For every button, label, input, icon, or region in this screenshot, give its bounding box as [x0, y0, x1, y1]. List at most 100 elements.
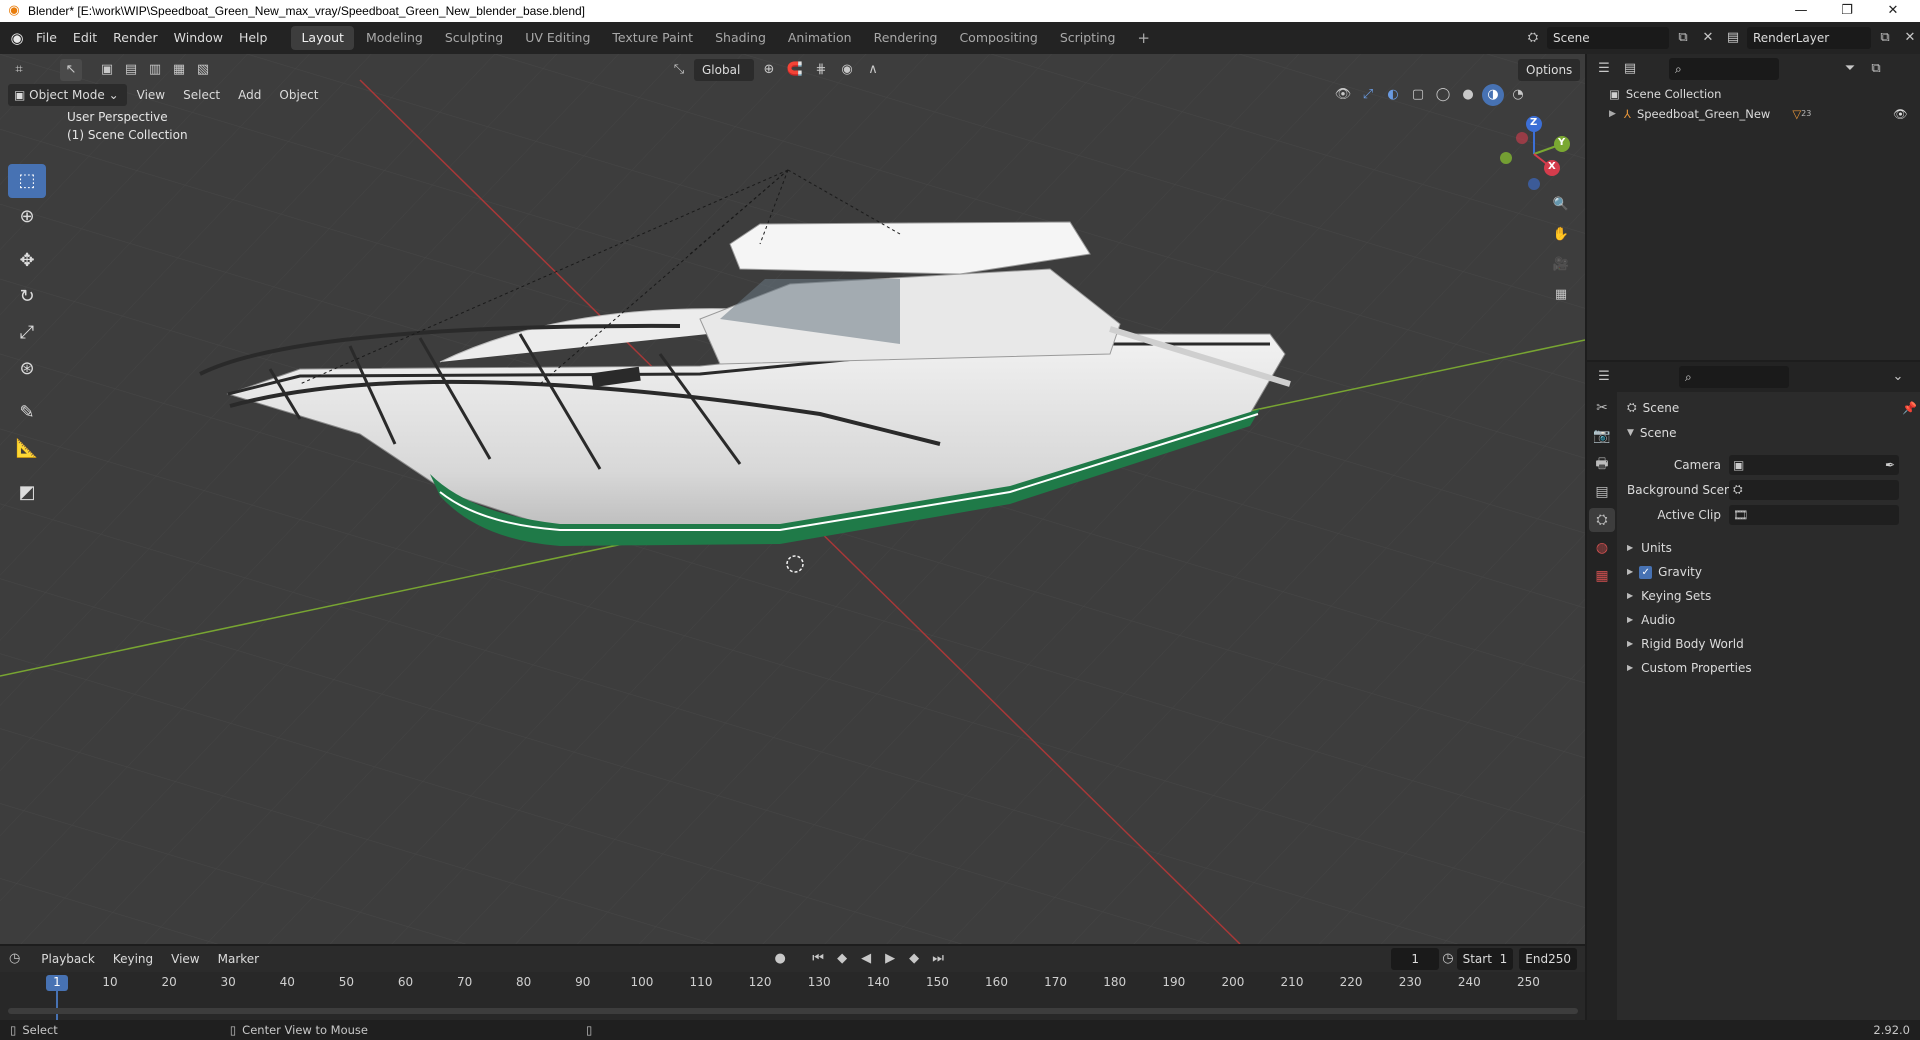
- viewport-canvas[interactable]: [0, 54, 1585, 944]
- scene-icon[interactable]: ⛭: [1522, 27, 1544, 49]
- menu-view[interactable]: View: [129, 84, 173, 106]
- ortho-toggle-icon[interactable]: ▦: [1550, 284, 1572, 306]
- maximize-button[interactable]: ❐: [1824, 0, 1870, 22]
- render-props-icon[interactable]: 📷: [1589, 424, 1615, 448]
- scene-name-field[interactable]: Scene: [1547, 27, 1669, 49]
- rendered-shading-icon[interactable]: ◔: [1507, 84, 1529, 106]
- measure-tool-icon[interactable]: 📐: [8, 432, 46, 466]
- menu-file[interactable]: File: [28, 22, 65, 54]
- tab-rendering[interactable]: Rendering: [864, 26, 948, 50]
- rotate-tool-icon[interactable]: ↻: [8, 280, 46, 314]
- tab-modeling[interactable]: Modeling: [356, 26, 433, 50]
- tool-settings-icon[interactable]: ✂: [1589, 396, 1615, 420]
- menu-playback[interactable]: Playback: [33, 948, 103, 970]
- menu-timeline-view[interactable]: View: [163, 948, 207, 970]
- play-icon[interactable]: ▶: [879, 948, 901, 970]
- jump-end-icon[interactable]: ⏭: [927, 948, 949, 970]
- eyedropper-icon[interactable]: ✒: [1885, 458, 1895, 472]
- tab-animation[interactable]: Animation: [778, 26, 862, 50]
- tab-scripting[interactable]: Scripting: [1050, 26, 1126, 50]
- outliner-search-input[interactable]: ⌕: [1669, 58, 1779, 80]
- select-mode-intersect-icon[interactable]: ▧: [192, 59, 214, 81]
- output-props-icon[interactable]: 🖶: [1589, 452, 1615, 476]
- end-frame-field[interactable]: End 250: [1519, 948, 1577, 970]
- display-mode-icon[interactable]: ▤: [1619, 58, 1641, 80]
- tab-compositing[interactable]: Compositing: [949, 26, 1047, 50]
- blender-menu-icon[interactable]: ◉: [6, 27, 28, 49]
- audio-subpanel[interactable]: ▶ Audio: [1627, 608, 1919, 632]
- tab-sculpting[interactable]: Sculpting: [435, 26, 513, 50]
- tab-texture-paint[interactable]: Texture Paint: [602, 26, 703, 50]
- gravity-checkbox[interactable]: ✓: [1639, 565, 1653, 579]
- outliner-editor-type-icon[interactable]: ☰: [1593, 58, 1615, 80]
- delete-view-layer-icon[interactable]: ✕: [1899, 27, 1920, 49]
- play-reverse-icon[interactable]: ◀: [855, 948, 877, 970]
- camera-field[interactable]: ▣ ✒: [1729, 454, 1899, 475]
- scene-panel-header[interactable]: ▼ Scene: [1627, 426, 1677, 440]
- wireframe-shading-icon[interactable]: ◯: [1432, 84, 1454, 106]
- world-props-icon[interactable]: ◍: [1589, 536, 1615, 560]
- select-mode-extend-icon[interactable]: ▤: [120, 59, 142, 81]
- close-window-button[interactable]: ✕: [1870, 0, 1916, 22]
- xray-toggle-icon[interactable]: ▢: [1407, 84, 1429, 106]
- timeline-editor-type-icon[interactable]: ◷: [8, 948, 21, 970]
- menu-object[interactable]: Object: [271, 84, 326, 106]
- add-cube-tool-icon[interactable]: ◩: [8, 476, 46, 510]
- object-mode-dropdown[interactable]: ▣ Object Mode ⌄: [8, 84, 127, 106]
- overlay-toggle-icon[interactable]: ◐: [1382, 84, 1404, 106]
- zoom-icon[interactable]: 🔍: [1550, 194, 1572, 216]
- tab-uv-editing[interactable]: UV Editing: [515, 26, 600, 50]
- view-layer-props-icon[interactable]: ▤: [1589, 480, 1615, 504]
- pin-icon[interactable]: 📌: [1902, 401, 1917, 415]
- texture-props-icon[interactable]: ▦: [1589, 564, 1615, 588]
- start-frame-field[interactable]: Start 1: [1456, 948, 1514, 970]
- expand-arrow-icon[interactable]: ▶: [1609, 104, 1616, 124]
- visibility-eye-icon[interactable]: 👁: [1893, 104, 1908, 124]
- gravity-subpanel[interactable]: ▶ ✓ Gravity: [1627, 560, 1919, 584]
- select-mode-subtract-icon[interactable]: ▥: [144, 59, 166, 81]
- transform-tool-icon[interactable]: ⊛: [8, 352, 46, 386]
- menu-select[interactable]: Select: [175, 84, 228, 106]
- tab-layout[interactable]: Layout: [291, 26, 354, 50]
- timeline-scrollbar[interactable]: [8, 1008, 1578, 1014]
- units-subpanel[interactable]: ▶ Units: [1627, 536, 1919, 560]
- camera-view-icon[interactable]: 🎥: [1550, 254, 1572, 276]
- menu-marker[interactable]: Marker: [210, 948, 267, 970]
- active-clip-field[interactable]: 🎞: [1729, 504, 1899, 525]
- scene-props-icon[interactable]: ⛭: [1589, 508, 1615, 532]
- menu-render[interactable]: Render: [105, 22, 166, 54]
- cursor-tool-icon[interactable]: ⊕: [8, 200, 46, 234]
- gizmo-toggle-icon[interactable]: ⤢: [1357, 84, 1379, 106]
- annotate-tool-icon[interactable]: ✎: [8, 396, 46, 430]
- new-scene-icon[interactable]: ⧉: [1672, 27, 1694, 49]
- editor-type-icon[interactable]: ⌗: [8, 59, 30, 81]
- select-box-tool-icon[interactable]: ⬚: [8, 164, 46, 198]
- timeline-ruler[interactable]: 1 10 20 30 40 50 60 70 80 90 100 110 120 130 140 150 160…: [0, 972, 1585, 1020]
- menu-keying[interactable]: Keying: [105, 948, 161, 970]
- 3d-viewport[interactable]: ⌗ ↖ ▣ ▤ ▥ ▦ ▧ ⤡ Global ⊕ 🧲 ⋕ ◉ ∧ Options…: [0, 54, 1585, 944]
- solid-shading-icon[interactable]: ●: [1457, 84, 1479, 106]
- keying-sets-subpanel[interactable]: ▶ Keying Sets: [1627, 584, 1919, 608]
- outliner-row-scene-collection[interactable]: ▣ Scene Collection: [1587, 84, 1920, 104]
- clock-icon[interactable]: ◷: [1441, 948, 1454, 970]
- proportional-edit-icon[interactable]: ◉: [836, 59, 858, 81]
- background-scene-field[interactable]: ⛭: [1729, 479, 1899, 500]
- select-mode-invert-icon[interactable]: ▦: [168, 59, 190, 81]
- view-layer-icon[interactable]: ▤: [1722, 27, 1744, 49]
- visibility-icon[interactable]: 👁: [1332, 84, 1354, 106]
- jump-start-icon[interactable]: ⏮: [807, 948, 829, 970]
- new-view-layer-icon[interactable]: ⧉: [1874, 27, 1896, 49]
- menu-add[interactable]: Add: [230, 84, 269, 106]
- falloff-icon[interactable]: ∧: [862, 59, 884, 81]
- select-mode-new-icon[interactable]: ▣: [96, 59, 118, 81]
- menu-window[interactable]: Window: [166, 22, 231, 54]
- options-dropdown[interactable]: Options: [1518, 59, 1581, 81]
- select-tool-icon[interactable]: ↖: [60, 59, 82, 81]
- minimize-button[interactable]: —: [1778, 0, 1824, 22]
- next-keyframe-icon[interactable]: ◆: [903, 948, 925, 970]
- pivot-point-icon[interactable]: ⊕: [758, 59, 780, 81]
- transform-orientation-dropdown[interactable]: Global: [694, 59, 754, 81]
- rigid-body-world-subpanel[interactable]: ▶ Rigid Body World: [1627, 632, 1919, 656]
- add-workspace-button[interactable]: +: [1127, 26, 1160, 50]
- menu-help[interactable]: Help: [231, 22, 276, 54]
